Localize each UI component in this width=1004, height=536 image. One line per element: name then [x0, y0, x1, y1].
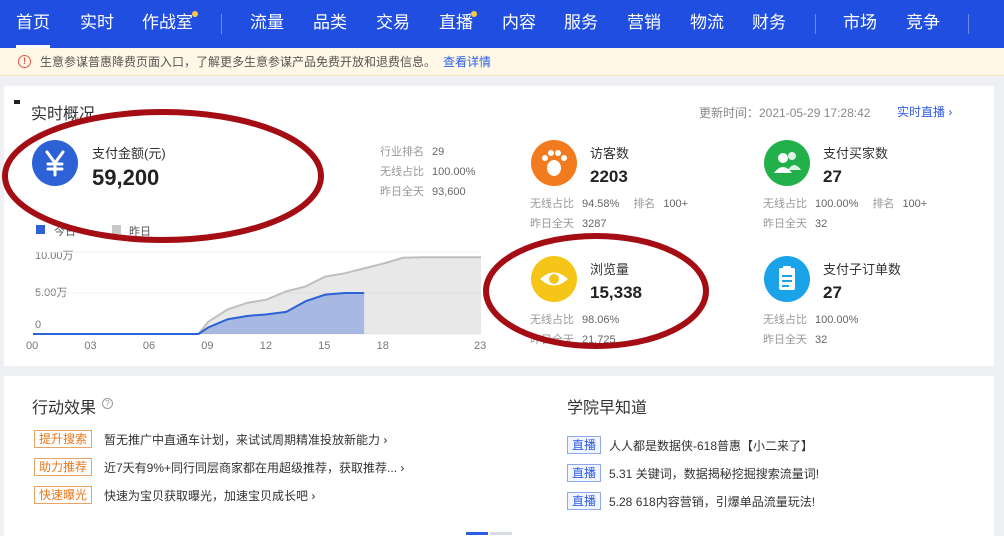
nav-category[interactable]: 品类 — [313, 0, 347, 48]
nav-market[interactable]: 市场 — [843, 0, 877, 48]
live-dot — [471, 11, 477, 17]
action-link[interactable]: 近7天有9%+同行同层商家都在用超级推荐，获取推荐... › — [104, 459, 404, 476]
carousel-dots[interactable] — [466, 522, 514, 536]
realtime-live-link[interactable]: 实时直播 › — [897, 103, 952, 120]
tag-boost-search[interactable]: 提升搜索 — [34, 430, 93, 448]
x-tick-label: 09 — [201, 340, 214, 352]
live-badge: 直播 — [567, 464, 602, 482]
nav-home[interactable]: 首页 — [16, 0, 50, 48]
x-tick-label: 00 — [26, 340, 39, 352]
legend-yesterday-swatch — [112, 225, 121, 234]
top-navigation: 首页 实时 作战室 流量 品类 交易 直播 内容 服务 营销 物流 财务 市场 … — [0, 0, 1004, 48]
pageviews-wireless-ratio: 无线占比 98.06% — [530, 314, 620, 326]
help-icon[interactable]: ? — [102, 398, 113, 409]
users-icon — [764, 140, 810, 186]
academy-item[interactable]: 5.28 618内容营销，引爆单品流量玩法! — [609, 493, 815, 510]
buyers-yesterday: 昨日全天 32 — [763, 218, 828, 230]
nav-live[interactable]: 直播 — [439, 0, 473, 48]
nav-transaction[interactable]: 交易 — [376, 0, 410, 48]
yuan-icon — [32, 140, 78, 186]
realtime-overview-card: 实时概况 更新时间：2021-05-29 17:28:42 实时直播 › 支付金… — [4, 86, 994, 366]
buyers-label: 支付买家数 — [823, 146, 889, 161]
x-tick-label: 06 — [142, 340, 156, 352]
legend-today: 今日 — [54, 226, 76, 238]
academy-item[interactable]: 人人都是数据侠-618普惠【小二来了】 — [609, 437, 813, 454]
payment-industry-rank: 行业排名 29 — [380, 146, 445, 158]
nav-content[interactable]: 内容 — [502, 0, 536, 48]
notice-bar: ! 生意参谋普惠降费页面入口，了解更多生意参谋产品免费开放和退费信息。 查看详情 — [0, 48, 1004, 76]
payment-yesterday: 昨日全天 93,600 — [380, 186, 466, 198]
visitors-value: 2203 — [590, 167, 628, 186]
live-badge: 直播 — [567, 436, 602, 454]
nav-war-room[interactable]: 作战室 — [142, 0, 193, 48]
clipboard-icon — [764, 256, 810, 302]
academy-title: 学院早知道 — [567, 400, 648, 417]
actions-title: 行动效果 — [32, 400, 97, 417]
tag-recommend[interactable]: 助力推荐 — [34, 458, 93, 476]
action-link[interactable]: 快速为宝贝获取曝光，加速宝贝成长吧 › — [104, 487, 315, 504]
academy-item[interactable]: 5.31 关键词，数据揭秘挖掘搜索流量词! — [609, 465, 819, 482]
nav-competition[interactable]: 竞争 — [906, 0, 940, 48]
payment-amount-label: 支付金额(元) — [92, 146, 166, 161]
nav-finance[interactable]: 财务 — [752, 0, 786, 48]
eye-icon — [531, 256, 577, 302]
suborders-wireless-ratio: 无线占比 100.00% — [763, 314, 859, 326]
x-tick-label: 03 — [84, 340, 97, 352]
x-tick-label: 12 — [259, 340, 272, 352]
x-tick-label: 18 — [376, 340, 389, 352]
nav-realtime[interactable]: 实时 — [80, 0, 114, 48]
nav-logistics[interactable]: 物流 — [690, 0, 724, 48]
live-badge: 直播 — [567, 492, 602, 510]
suborders-value: 27 — [823, 283, 842, 302]
buyers-wireless-ratio: 无线占比 100.00% 排名 100+ — [763, 198, 928, 210]
realtime-title: 实时概况 — [31, 106, 96, 123]
suborders-yesterday: 昨日全天 32 — [763, 334, 828, 346]
legend-today-swatch — [36, 225, 45, 234]
footprint-icon — [531, 140, 577, 186]
visitors-yesterday: 昨日全天 3287 — [530, 218, 607, 230]
payment-amount-value: 59,200 — [92, 165, 160, 190]
x-tick-label: 23 — [474, 340, 487, 352]
pageviews-value: 15,338 — [590, 283, 642, 302]
update-time: 更新时间：2021-05-29 17:28:42 — [699, 106, 871, 120]
nav-separator — [968, 14, 969, 34]
section-marker — [14, 100, 20, 104]
trend-chart — [33, 251, 481, 335]
tag-quick-exposure[interactable]: 快速曝光 — [34, 486, 93, 504]
nav-traffic[interactable]: 流量 — [250, 0, 284, 48]
pageviews-label: 浏览量 — [590, 262, 630, 277]
alert-icon: ! — [18, 55, 31, 68]
visitors-label: 访客数 — [590, 146, 630, 161]
suborders-label: 支付子订单数 — [823, 262, 902, 277]
action-link[interactable]: 暂无推广中直通车计划，来试试周期精准投放新能力 › — [104, 431, 387, 448]
nav-marketing[interactable]: 营销 — [627, 0, 661, 48]
nav-service[interactable]: 服务 — [564, 0, 598, 48]
notice-text: 生意参谋普惠降费页面入口，了解更多生意参谋产品免费开放和退费信息。 — [40, 55, 437, 69]
pageviews-yesterday: 昨日全天 21,725 — [530, 334, 616, 346]
war-room-dot — [192, 11, 198, 17]
nav-separator — [815, 14, 816, 34]
visitors-wireless-ratio: 无线占比 94.58% 排名 100+ — [530, 198, 689, 210]
buyers-value: 27 — [823, 167, 842, 186]
x-tick-label: 15 — [318, 340, 331, 352]
actions-academy-card: 行动效果 ? 提升搜索 暂无推广中直通车计划，来试试周期精准投放新能力 › 助力… — [4, 376, 994, 536]
nav-separator — [221, 14, 222, 34]
payment-wireless-ratio: 无线占比 100.00% — [380, 166, 476, 178]
legend-yesterday: 昨日 — [129, 226, 151, 238]
notice-details-link[interactable]: 查看详情 — [443, 48, 491, 76]
